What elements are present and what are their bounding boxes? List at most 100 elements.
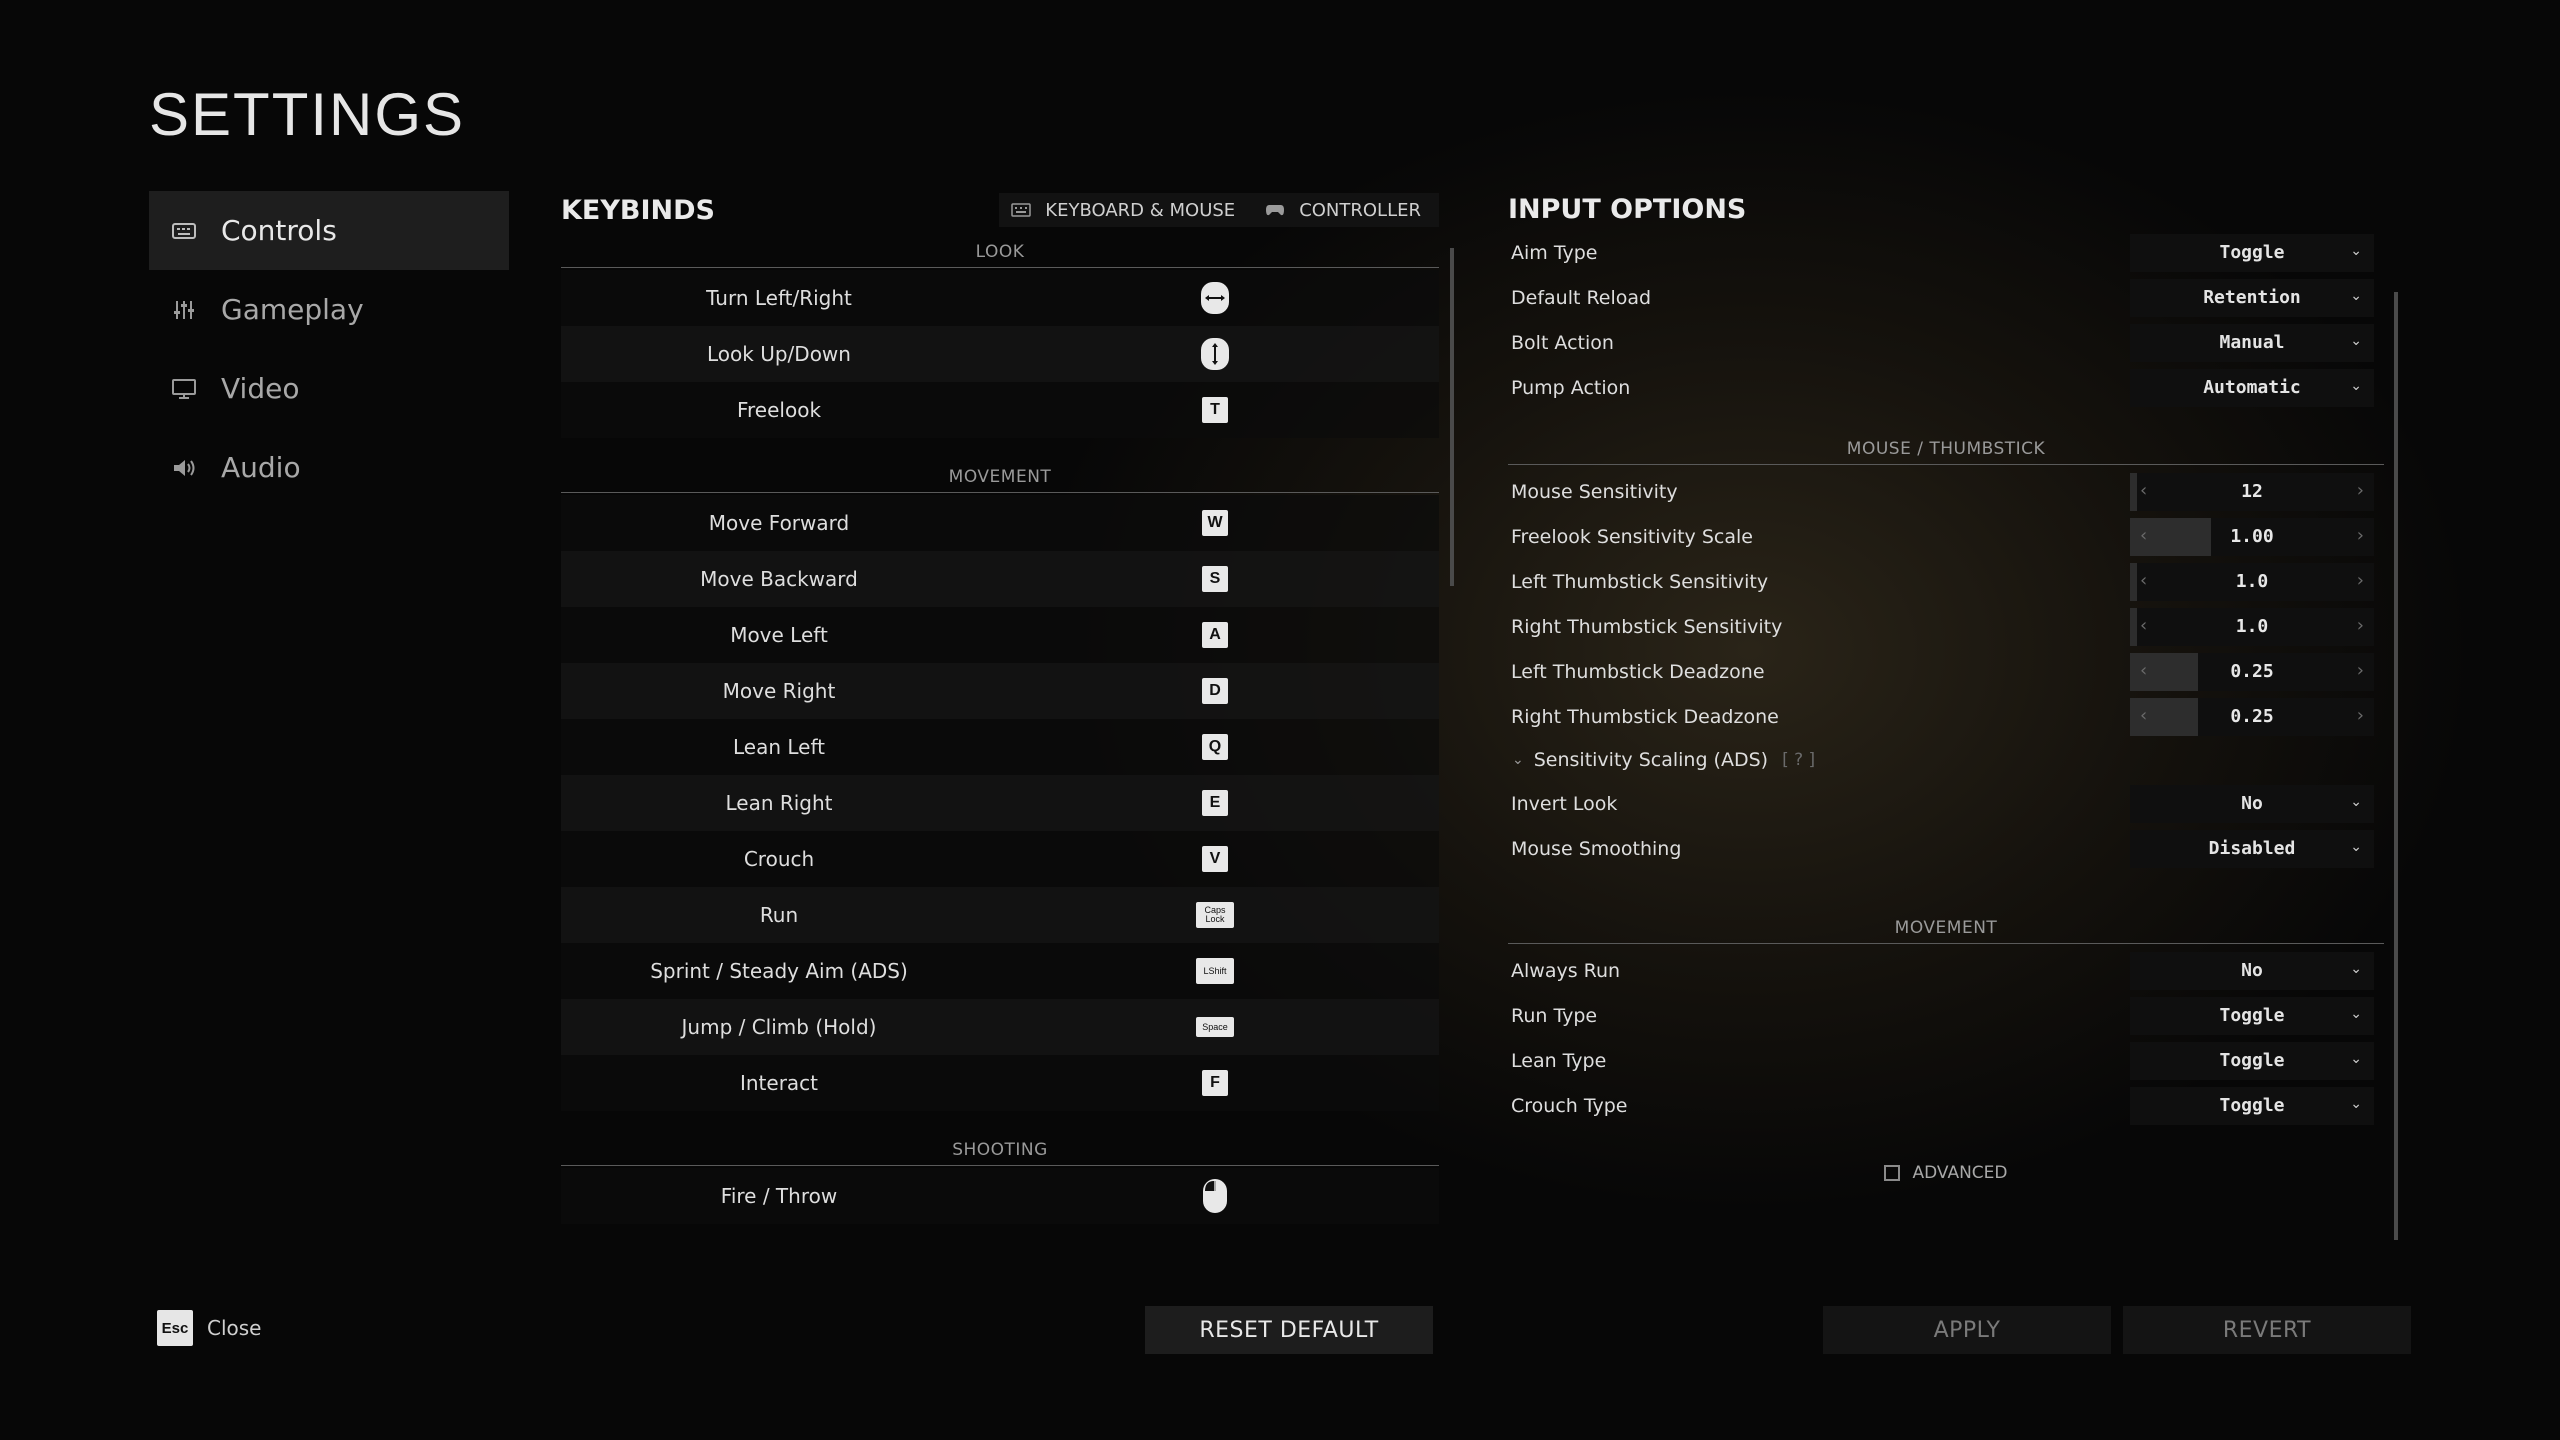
section-header-movement: MOVEMENT (1508, 913, 2384, 944)
mouse-horizontal-icon[interactable] (1201, 282, 1229, 314)
keycap[interactable]: D (1202, 678, 1228, 704)
keybinds-scrollbar[interactable] (1450, 248, 1454, 586)
keybind-row[interactable]: Turn Left/Right (561, 270, 1439, 326)
keybind-row[interactable]: Interact F (561, 1055, 1439, 1111)
mouse-left-icon[interactable] (1203, 1179, 1227, 1213)
invert-look-dropdown[interactable]: No ⌄ (2130, 784, 2374, 823)
keybind-row[interactable]: Run Caps Lock (561, 887, 1439, 943)
option-row: Freelook Sensitivity Scale ‹ 1.00 › (1508, 514, 2384, 559)
reset-default-button[interactable]: RESET DEFAULT (1145, 1306, 1433, 1354)
option-label: Crouch Type (1511, 1094, 1628, 1117)
chevron-down-icon: ⌄ (2350, 377, 2362, 394)
advanced-toggle[interactable]: ADVANCED (1508, 1158, 2384, 1188)
keybind-row[interactable]: Move Right D (561, 663, 1439, 719)
keybind-row[interactable]: Move Left A (561, 607, 1439, 663)
keycap[interactable]: Q (1202, 734, 1228, 760)
keybind-action: Move Forward (708, 511, 850, 535)
run-type-dropdown[interactable]: Toggle ⌄ (2130, 996, 2374, 1035)
mouse-sensitivity-slider[interactable]: ‹ 12 › (2130, 472, 2374, 511)
keybind-row[interactable]: Jump / Climb (Hold) Space (561, 999, 1439, 1055)
keybind-row[interactable]: Fire / Throw (561, 1168, 1439, 1224)
option-row: Left Thumbstick Deadzone ‹ 0.25 › (1508, 649, 2384, 694)
keybind-row[interactable]: Move Forward W (561, 495, 1439, 551)
chevron-down-icon: ⌄ (2350, 242, 2362, 259)
mouse-smoothing-dropdown[interactable]: Disabled ⌄ (2130, 829, 2374, 868)
dropdown-value: Toggle (2219, 1005, 2285, 1026)
option-label: Pump Action (1511, 376, 1631, 399)
advanced-checkbox[interactable] (1884, 1165, 1901, 1181)
nav-item-label: Controls (221, 214, 337, 247)
close-control[interactable]: Esc Close (157, 1310, 261, 1346)
pump-action-dropdown[interactable]: Automatic ⌄ (2130, 368, 2374, 407)
keycap[interactable]: F (1202, 1070, 1228, 1096)
chevron-down-icon: ⌄ (2350, 1050, 2362, 1067)
keybind-row[interactable]: Move Backward S (561, 551, 1439, 607)
chevron-right-icon[interactable]: › (2357, 705, 2364, 726)
lean-type-dropdown[interactable]: Toggle ⌄ (2130, 1041, 2374, 1080)
chevron-down-icon: ⌄ (2350, 332, 2362, 349)
keybind-action: Interact (739, 1071, 819, 1095)
keybind-row[interactable]: Lean Left Q (561, 719, 1439, 775)
section-header-movement: MOVEMENT (561, 462, 1439, 493)
slider-value: 0.25 (2230, 661, 2274, 682)
chevron-down-icon: ⌄ (2350, 793, 2362, 810)
right-thumbstick-sensitivity-slider[interactable]: ‹ 1.0 › (2130, 607, 2374, 646)
keybind-action: Sprint / Steady Aim (ADS) (650, 959, 908, 983)
nav-item-controls[interactable]: Controls (149, 191, 509, 270)
keyboard-icon (171, 218, 197, 244)
input-options-scrollbar[interactable] (2394, 292, 2398, 1240)
keybind-row[interactable]: Sprint / Steady Aim (ADS) LShift (561, 943, 1439, 999)
sensitivity-scaling-toggle[interactable]: ⌄ Sensitivity Scaling (ADS) [ ? ] (1508, 739, 2384, 781)
keybind-row[interactable]: Lean Right E (561, 775, 1439, 831)
tab-keyboard-mouse[interactable]: KEYBOARD & MOUSE (999, 193, 1253, 227)
keybind-row[interactable]: Crouch V (561, 831, 1439, 887)
keycap[interactable]: W (1202, 510, 1228, 536)
option-row: Crouch Type Toggle ⌄ (1508, 1083, 2384, 1128)
nav-item-audio[interactable]: Audio (149, 428, 509, 507)
keybind-action: Lean Left (732, 735, 825, 759)
left-thumbstick-sensitivity-slider[interactable]: ‹ 1.0 › (2130, 562, 2374, 601)
keybind-action: Jump / Climb (Hold) (681, 1015, 877, 1039)
dropdown-value: Automatic (2203, 377, 2301, 398)
bolt-action-dropdown[interactable]: Manual ⌄ (2130, 323, 2374, 362)
default-reload-dropdown[interactable]: Retention ⌄ (2130, 278, 2374, 317)
mouse-vertical-icon[interactable] (1201, 338, 1229, 370)
dropdown-value: Toggle (2219, 1095, 2285, 1116)
keycap[interactable]: E (1202, 790, 1228, 816)
keybinds-list[interactable]: LOOK Turn Left/Right Look Up/Down Freelo… (561, 237, 1439, 1432)
keycap[interactable]: V (1202, 846, 1228, 872)
chevron-right-icon[interactable]: › (2357, 570, 2364, 591)
keycap[interactable]: Space (1196, 1017, 1234, 1037)
speaker-icon (171, 455, 197, 481)
keybind-row[interactable]: Freelook T (561, 382, 1439, 438)
help-icon[interactable]: [ ? ] (1782, 750, 1815, 770)
chevron-right-icon[interactable]: › (2357, 660, 2364, 681)
keycap[interactable]: A (1202, 622, 1228, 648)
apply-button[interactable]: APPLY (1823, 1306, 2111, 1354)
page-title: SETTINGS (149, 81, 466, 148)
aim-type-dropdown[interactable]: Toggle ⌄ (2130, 233, 2374, 272)
keybind-row[interactable]: Look Up/Down (561, 326, 1439, 382)
chevron-right-icon[interactable]: › (2357, 525, 2364, 546)
keycap[interactable]: Caps Lock (1196, 902, 1234, 928)
always-run-dropdown[interactable]: No ⌄ (2130, 951, 2374, 990)
chevron-right-icon[interactable]: › (2357, 615, 2364, 636)
nav-item-label: Video (221, 372, 300, 405)
section-header-look: LOOK (561, 237, 1439, 268)
nav-item-gameplay[interactable]: Gameplay (149, 270, 509, 349)
chevron-right-icon[interactable]: › (2357, 480, 2364, 501)
option-label: Mouse Smoothing (1511, 837, 1682, 860)
nav-item-video[interactable]: Video (149, 349, 509, 428)
keybind-action: Run (759, 903, 799, 927)
crouch-type-dropdown[interactable]: Toggle ⌄ (2130, 1086, 2374, 1125)
right-thumbstick-deadzone-slider[interactable]: ‹ 0.25 › (2130, 697, 2374, 736)
keycap[interactable]: S (1202, 566, 1228, 592)
left-thumbstick-deadzone-slider[interactable]: ‹ 0.25 › (2130, 652, 2374, 691)
keycap[interactable]: LShift (1196, 958, 1234, 984)
tab-controller[interactable]: CONTROLLER (1253, 193, 1439, 227)
freelook-sensitivity-slider[interactable]: ‹ 1.00 › (2130, 517, 2374, 556)
keycap[interactable]: T (1202, 397, 1228, 423)
revert-button[interactable]: REVERT (2123, 1306, 2411, 1354)
slider-value: 1.0 (2235, 616, 2269, 637)
option-label: Sensitivity Scaling (ADS) (1533, 749, 1769, 771)
